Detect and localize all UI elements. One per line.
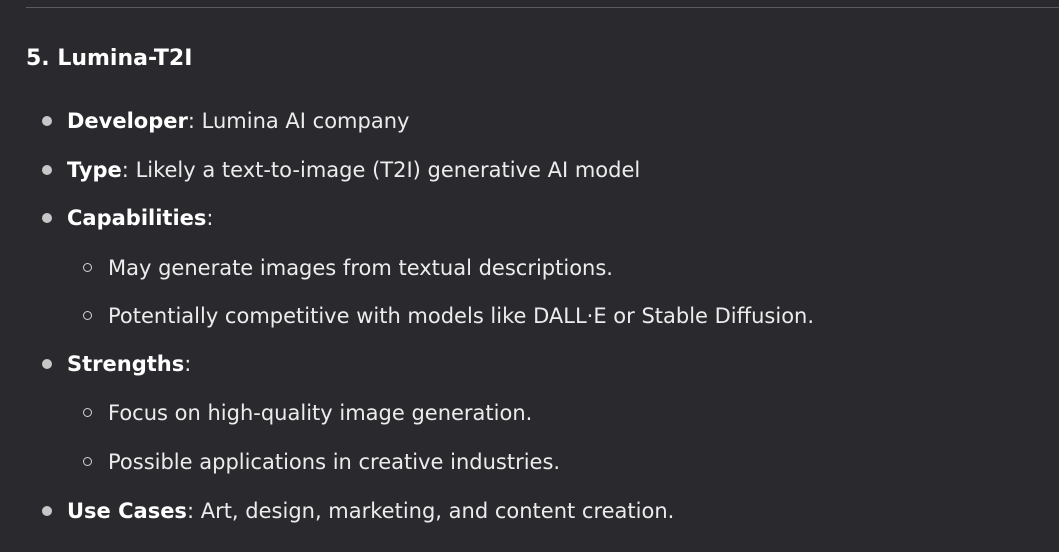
bullet-icon [42,359,52,369]
item-text: Likely a text-to-image (T2I) generative … [135,158,641,182]
item-separator: : [121,158,136,182]
sub-list-item: Potentially competitive with models like… [83,300,815,332]
item-text: Lumina AI company [201,109,410,133]
list-item-type: Type: Likely a text-to-image (T2I) gener… [42,154,641,186]
item-term: Developer [67,109,188,133]
sub-item-text: Potentially competitive with models like… [108,304,815,328]
bullet-icon [42,116,52,126]
sub-bullet-icon [83,311,92,320]
sub-bullet-icon [83,457,92,466]
list-item-developer: Developer: Lumina AI company [42,105,410,137]
sub-list-item: Focus on high-quality image generation. [83,397,533,429]
sub-item-text: May generate images from textual descrip… [108,256,613,280]
item-separator: : [187,109,202,133]
sub-item-text: Focus on high-quality image generation. [108,401,533,425]
item-separator: : [206,206,214,230]
section-heading: 5. Lumina-T2I [26,46,193,71]
sub-item-text: Possible applications in creative indust… [108,450,561,474]
bullet-icon [42,165,52,175]
item-separator: : [184,352,192,376]
list-item-use-cases: Use Cases: Art, design, marketing, and c… [42,495,675,527]
sub-list-item: May generate images from textual descrip… [83,252,613,284]
list-item-capabilities: Capabilities: [42,202,214,234]
section-divider [26,7,1059,8]
chat-response-content: 5. Lumina-T2I Developer: Lumina AI compa… [0,0,1059,552]
item-term: Type [67,158,122,182]
item-term: Capabilities [67,206,207,230]
list-item-strengths: Strengths: [42,348,192,380]
bullet-icon [42,213,52,223]
sub-bullet-icon [83,263,92,272]
item-separator: : [186,499,201,523]
item-term: Strengths [67,352,185,376]
sub-list-item: Possible applications in creative indust… [83,446,561,478]
item-text: Art, design, marketing, and content crea… [200,499,675,523]
bullet-icon [42,506,52,516]
item-term: Use Cases [67,499,187,523]
sub-bullet-icon [83,408,92,417]
